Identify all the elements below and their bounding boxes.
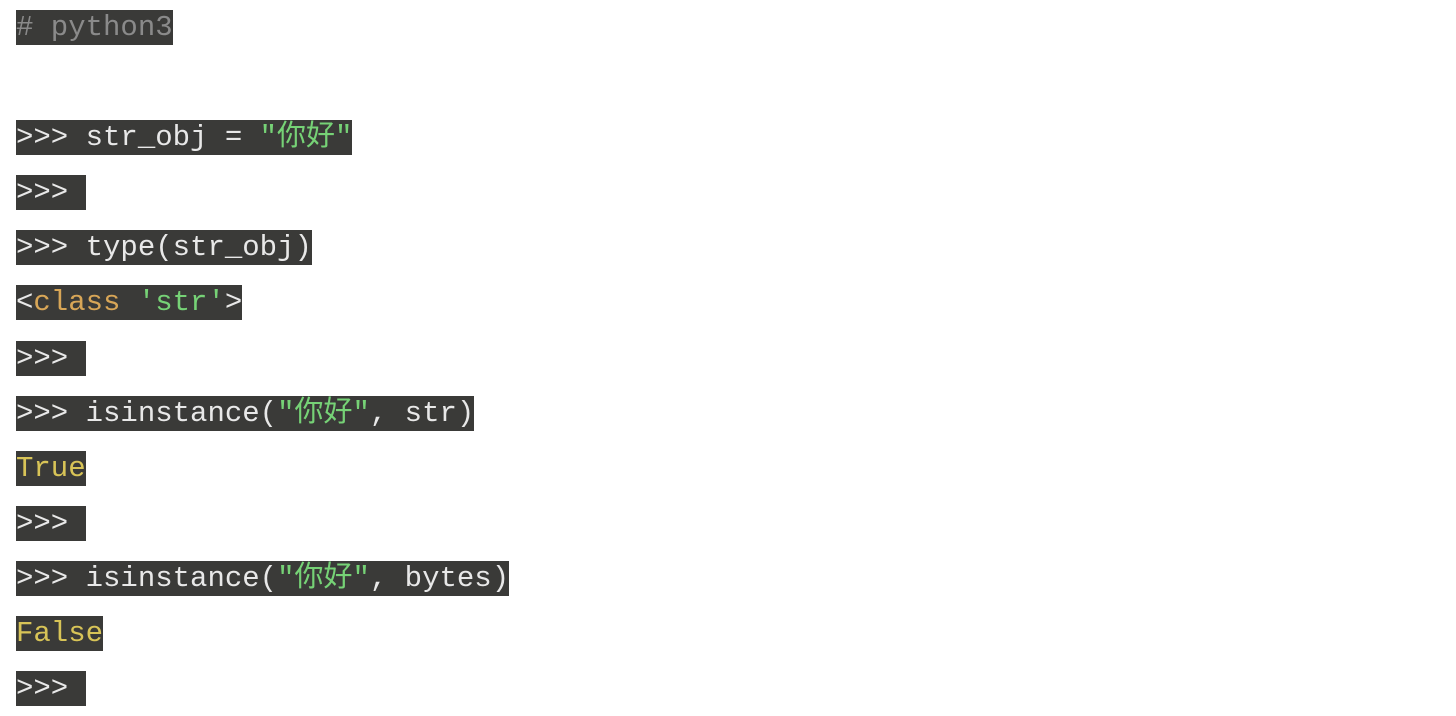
code-line-4: >>>: [16, 165, 1456, 220]
repl-prompt: >>>: [16, 231, 86, 264]
comment-text: # python3: [16, 11, 173, 44]
code-line-3: >>> str_obj = "你好": [16, 110, 1456, 165]
repl-prompt: >>>: [16, 176, 86, 209]
string-literal: "你好": [277, 562, 370, 595]
isinstance-args: , bytes): [370, 562, 509, 595]
repl-prompt: >>>: [16, 121, 86, 154]
repl-prompt: >>>: [16, 342, 86, 375]
false-output: False: [16, 617, 103, 650]
code-line-8: >>> isinstance("你好", str): [16, 386, 1456, 441]
code-line-11: >>> isinstance("你好", bytes): [16, 551, 1456, 606]
repl-prompt: >>>: [16, 672, 86, 705]
isinstance-call: isinstance(: [86, 562, 277, 595]
repl-prompt: >>>: [16, 562, 86, 595]
space: [120, 286, 137, 319]
repl-prompt: >>>: [16, 397, 86, 430]
str-literal: 'str': [138, 286, 225, 319]
code-line-12: False: [16, 606, 1456, 661]
code-line-10: >>>: [16, 496, 1456, 551]
code-line-9: True: [16, 441, 1456, 496]
type-call: type(str_obj): [86, 231, 312, 264]
code-line-13: >>>: [16, 661, 1456, 716]
code-block: # python3 >>> str_obj = "你好" >>> >>> typ…: [0, 0, 1456, 716]
repl-prompt: >>>: [16, 507, 86, 540]
isinstance-call: isinstance(: [86, 397, 277, 430]
code-line-6: <class 'str'>: [16, 275, 1456, 330]
code-line-1: # python3: [16, 0, 1456, 55]
code-line-2-blank: [16, 55, 1456, 110]
assignment-code: str_obj =: [86, 121, 260, 154]
string-literal: "你好": [277, 397, 370, 430]
angle-bracket: >: [225, 286, 242, 319]
angle-bracket: <: [16, 286, 33, 319]
code-line-5: >>> type(str_obj): [16, 220, 1456, 275]
isinstance-args: , str): [370, 397, 474, 430]
code-line-7: >>>: [16, 331, 1456, 386]
string-literal: "你好": [260, 121, 353, 154]
class-keyword: class: [33, 286, 120, 319]
true-output: True: [16, 452, 86, 485]
